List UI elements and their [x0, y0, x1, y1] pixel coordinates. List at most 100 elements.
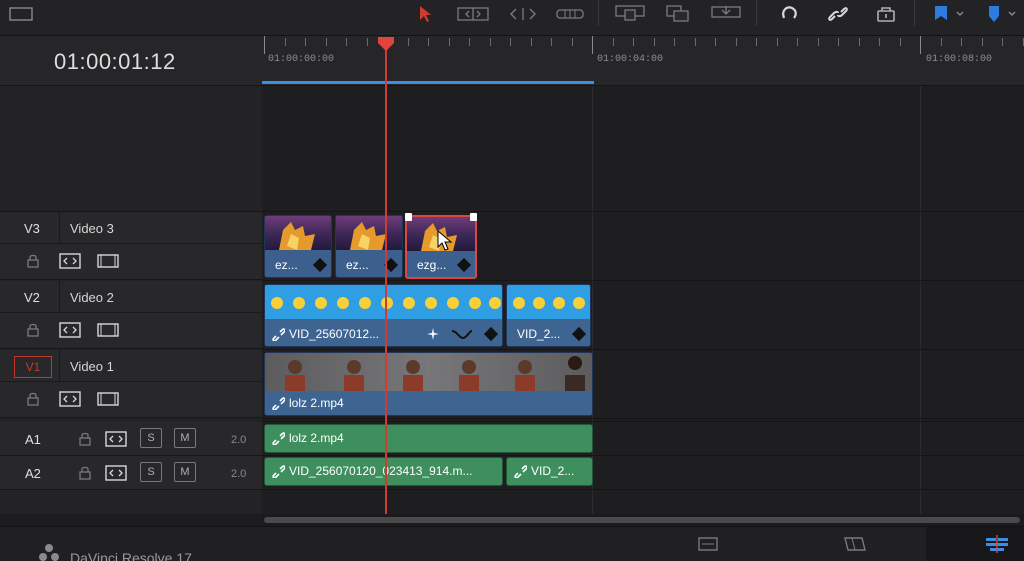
insert-clip-button[interactable]	[612, 2, 648, 26]
ruler-tick	[469, 38, 470, 46]
ruler-tick	[818, 38, 819, 46]
selection-mode-button[interactable]	[414, 2, 436, 26]
solo-button[interactable]: S	[140, 428, 162, 448]
ruler-tick	[654, 38, 655, 46]
track-name[interactable]: Video 3	[70, 221, 114, 236]
trim-icon	[457, 7, 489, 21]
auto-select-button[interactable]	[104, 464, 128, 482]
lock-box-icon	[877, 7, 895, 22]
ruler-tick	[777, 38, 778, 46]
track-name[interactable]: Video 1	[70, 359, 114, 374]
mute-button[interactable]: M	[174, 462, 196, 482]
solo-button[interactable]: S	[140, 462, 162, 482]
effects-sparkle-icon	[427, 328, 439, 340]
video-clip[interactable]: ez...	[335, 215, 403, 278]
media-page-icon[interactable]	[697, 535, 719, 553]
ruler-tick	[633, 38, 634, 46]
lock-icon	[27, 323, 39, 337]
track-id: A2	[25, 466, 41, 481]
toolbar-separator	[914, 0, 915, 26]
auto-select-icon	[105, 431, 127, 447]
ruler-label: 01:00:00:00	[268, 54, 335, 65]
track-destination-v1[interactable]: V1	[14, 356, 52, 378]
replace-clip-button[interactable]	[708, 2, 744, 26]
playhead-handle[interactable]	[377, 36, 395, 52]
track-header-v2[interactable]: V2 Video 2	[0, 281, 262, 349]
auto-select-button[interactable]	[58, 390, 82, 408]
video-clip[interactable]: ez...	[264, 215, 332, 278]
ruler-tick	[879, 38, 880, 46]
disable-track-button[interactable]	[96, 390, 120, 408]
trim-handle-left[interactable]	[405, 213, 412, 221]
mute-button[interactable]: M	[174, 428, 196, 448]
lock-track-button[interactable]	[24, 321, 42, 339]
track-header-a1[interactable]: A1 S M 2.0	[0, 422, 262, 456]
track-header-v1[interactable]: V1 Video 1	[0, 350, 262, 418]
ruler-tick	[531, 38, 532, 46]
ruler-tick	[756, 38, 757, 46]
in-out-range	[262, 81, 594, 84]
lock-track-button[interactable]	[76, 464, 94, 482]
edit-page-tab[interactable]	[926, 527, 1024, 561]
position-lock-toggle[interactable]	[872, 2, 900, 26]
mouse-cursor-icon	[437, 230, 453, 251]
track-divider	[262, 211, 1024, 212]
audio-clip[interactable]: VID_256070120_023413_914.m...	[264, 457, 503, 486]
link-icon	[272, 328, 285, 341]
video-clip[interactable]: lolz 2.mp4	[264, 352, 593, 416]
trim-handle-right[interactable]	[470, 213, 477, 221]
clip-bar: VID_256070120_023413_914.m...	[265, 458, 502, 485]
linked-selection-toggle[interactable]	[824, 2, 852, 26]
timeline-area[interactable]: ez... ez... ezg... VID_25607012... VID_2…	[262, 86, 1024, 514]
disable-track-button[interactable]	[96, 252, 120, 270]
snapping-toggle[interactable]	[776, 2, 804, 26]
marker-icon	[989, 6, 1016, 22]
current-timecode[interactable]: 01:00:01:12	[54, 49, 176, 75]
link-icon	[272, 432, 285, 445]
grid-line	[920, 86, 921, 514]
track-headers: V3 Video 3 V2 Video 2 V1 Video 1 A1 S M …	[0, 86, 262, 514]
track-id: A1	[25, 432, 41, 447]
dynamic-trim-button[interactable]	[505, 2, 541, 26]
link-icon	[272, 397, 285, 410]
blade-edit-button[interactable]	[554, 2, 586, 26]
toolbar-separator	[598, 0, 599, 26]
ruler-label: 01:00:04:00	[597, 54, 664, 65]
playhead-line[interactable]	[385, 46, 387, 514]
marker-dropdown[interactable]	[982, 2, 1022, 26]
ruler-tick	[859, 38, 860, 46]
lock-track-button[interactable]	[24, 390, 42, 408]
cut-page-icon[interactable]	[842, 535, 868, 553]
trim-mode-button[interactable]	[455, 2, 491, 26]
auto-select-button[interactable]	[104, 430, 128, 448]
track-name[interactable]: Video 2	[70, 290, 114, 305]
track-header-v3[interactable]: V3 Video 3	[0, 212, 262, 280]
toolbar-layout-button[interactable]	[6, 2, 36, 26]
overwrite-clip-button[interactable]	[662, 2, 694, 26]
ruler-tick	[449, 38, 450, 46]
ruler-tick	[510, 38, 511, 46]
scrollbar-thumb[interactable]	[264, 517, 1020, 523]
auto-select-button[interactable]	[58, 252, 82, 270]
clip-name: ezg...	[417, 258, 447, 272]
audio-clip[interactable]: lolz 2.mp4	[264, 424, 593, 453]
ruler-tick	[346, 38, 347, 46]
auto-select-icon	[105, 465, 127, 481]
ruler-tick	[285, 38, 286, 46]
header-divider	[0, 312, 262, 313]
audio-clip[interactable]: VID_2...	[506, 457, 593, 486]
chain-link-icon	[828, 7, 848, 21]
track-header-a2[interactable]: A2 S M 2.0	[0, 456, 262, 490]
disable-track-button[interactable]	[96, 321, 120, 339]
track-divider	[262, 418, 1024, 419]
auto-select-button[interactable]	[58, 321, 82, 339]
lock-track-button[interactable]	[76, 430, 94, 448]
auto-select-icon	[59, 253, 81, 269]
clip-name: lolz 2.mp4	[289, 396, 344, 410]
flag-dropdown[interactable]	[928, 2, 968, 26]
ruler-tick	[490, 38, 491, 46]
video-clip[interactable]: VID_25607012...	[264, 284, 503, 347]
lock-track-button[interactable]	[24, 252, 42, 270]
video-clip[interactable]: VID_2...	[506, 284, 591, 347]
timeline-toolbar	[0, 0, 1024, 36]
